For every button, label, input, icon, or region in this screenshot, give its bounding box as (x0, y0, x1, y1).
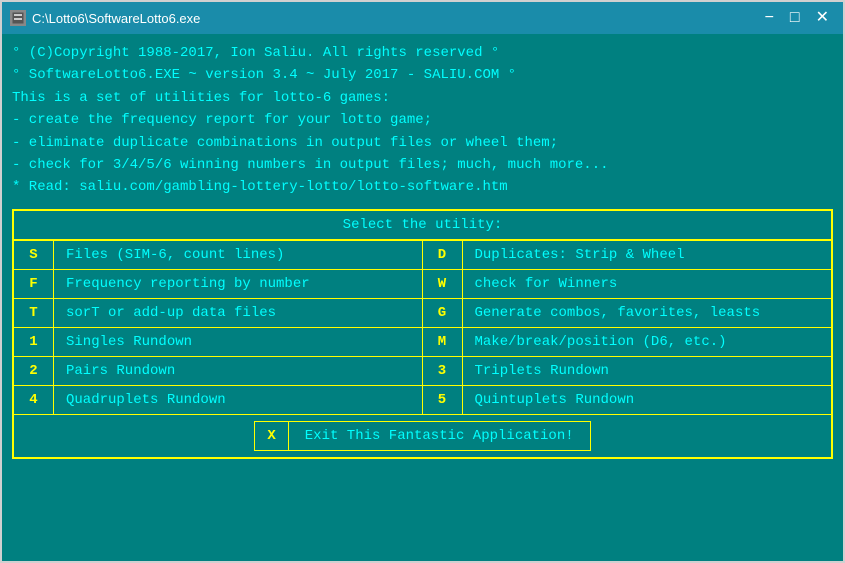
exit-row: X Exit This Fantastic Application! (14, 414, 831, 457)
utility-table: Select the utility: S Files (SIM-6, coun… (12, 209, 833, 459)
label-1[interactable]: Singles Rundown (54, 328, 422, 356)
info-text: ° (C)Copyright 1988-2017, Ion Saliu. All… (12, 42, 833, 199)
title-controls: − □ ✕ (759, 10, 835, 26)
label-w[interactable]: check for Winners (463, 270, 832, 298)
key-3[interactable]: 3 (423, 357, 463, 385)
label-f[interactable]: Frequency reporting by number (54, 270, 422, 298)
title-bar: C:\Lotto6\SoftwareLotto6.exe − □ ✕ (2, 2, 843, 34)
table-row: T sorT or add-up data files (14, 299, 423, 328)
key-m[interactable]: M (423, 328, 463, 356)
label-t[interactable]: sorT or add-up data files (54, 299, 422, 327)
info-line-5: - eliminate duplicate combinations in ou… (12, 132, 833, 154)
table-row: D Duplicates: Strip & Wheel (423, 241, 832, 270)
table-grid: S Files (SIM-6, count lines) D Duplicate… (14, 241, 831, 414)
minimize-button[interactable]: − (759, 10, 780, 26)
label-s[interactable]: Files (SIM-6, count lines) (54, 241, 422, 269)
table-row: W check for Winners (423, 270, 832, 299)
key-2[interactable]: 2 (14, 357, 54, 385)
label-4[interactable]: Quadruplets Rundown (54, 386, 422, 414)
info-line-4: - create the frequency report for your l… (12, 109, 833, 131)
key-t[interactable]: T (14, 299, 54, 327)
exit-cell[interactable]: X Exit This Fantastic Application! (254, 421, 590, 451)
main-window: C:\Lotto6\SoftwareLotto6.exe − □ ✕ ° (C)… (0, 0, 845, 563)
table-row: F Frequency reporting by number (14, 270, 423, 299)
label-m[interactable]: Make/break/position (D6, etc.) (463, 328, 832, 356)
label-g[interactable]: Generate combos, favorites, leasts (463, 299, 832, 327)
table-row: 4 Quadruplets Rundown (14, 386, 423, 414)
content-area: ° (C)Copyright 1988-2017, Ion Saliu. All… (2, 34, 843, 561)
key-s[interactable]: S (14, 241, 54, 269)
table-row: G Generate combos, favorites, leasts (423, 299, 832, 328)
maximize-button[interactable]: □ (784, 10, 806, 26)
exit-label[interactable]: Exit This Fantastic Application! (289, 422, 590, 450)
label-2[interactable]: Pairs Rundown (54, 357, 422, 385)
info-line-2: ° SoftwareLotto6.EXE ~ version 3.4 ~ Jul… (12, 64, 833, 86)
key-f[interactable]: F (14, 270, 54, 298)
app-icon (10, 10, 26, 26)
info-line-6: - check for 3/4/5/6 winning numbers in o… (12, 154, 833, 176)
label-d[interactable]: Duplicates: Strip & Wheel (463, 241, 832, 269)
key-1[interactable]: 1 (14, 328, 54, 356)
table-header: Select the utility: (14, 211, 831, 241)
exit-key[interactable]: X (255, 422, 288, 450)
window-title: C:\Lotto6\SoftwareLotto6.exe (32, 11, 200, 26)
table-row: 1 Singles Rundown (14, 328, 423, 357)
key-4[interactable]: 4 (14, 386, 54, 414)
label-5[interactable]: Quintuplets Rundown (463, 386, 832, 414)
label-3[interactable]: Triplets Rundown (463, 357, 832, 385)
table-row: 2 Pairs Rundown (14, 357, 423, 386)
key-5[interactable]: 5 (423, 386, 463, 414)
table-row: M Make/break/position (D6, etc.) (423, 328, 832, 357)
table-row: 5 Quintuplets Rundown (423, 386, 832, 414)
key-w[interactable]: W (423, 270, 463, 298)
title-bar-left: C:\Lotto6\SoftwareLotto6.exe (10, 10, 200, 26)
info-line-7: * Read: saliu.com/gambling-lottery-lotto… (12, 176, 833, 198)
close-button[interactable]: ✕ (810, 10, 835, 26)
info-line-1: ° (C)Copyright 1988-2017, Ion Saliu. All… (12, 42, 833, 64)
key-g[interactable]: G (423, 299, 463, 327)
info-line-3: This is a set of utilities for lotto-6 g… (12, 87, 833, 109)
table-row: S Files (SIM-6, count lines) (14, 241, 423, 270)
table-row: 3 Triplets Rundown (423, 357, 832, 386)
key-d[interactable]: D (423, 241, 463, 269)
